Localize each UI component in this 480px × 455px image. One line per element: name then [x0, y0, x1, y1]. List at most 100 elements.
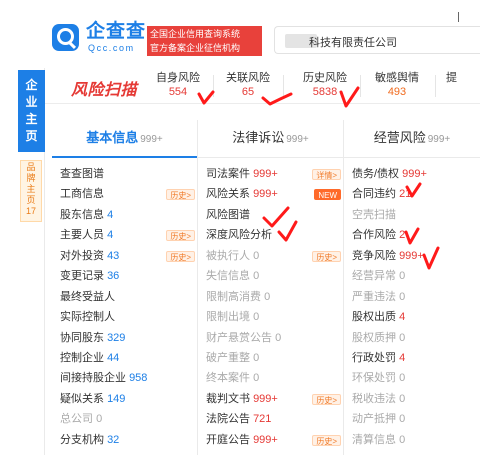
list-item[interactable]: 终本案件 0 — [198, 368, 343, 388]
list-item-label: 查查图谱 — [60, 168, 104, 180]
list-item-count: 0 — [399, 270, 406, 283]
list-item-label: 严重违法 — [352, 290, 396, 303]
qcc-logo-icon[interactable] — [52, 24, 79, 51]
list-item[interactable]: 破产重整 0 — [198, 348, 343, 368]
list-item[interactable]: 限制高消费 0 — [198, 287, 343, 307]
risk-scan-logo: 风险扫描 — [71, 82, 138, 99]
tab-label: 提 — [446, 72, 457, 84]
list-item[interactable]: 疑似关系 149 — [52, 389, 197, 409]
list-item-label: 间接持股企业 — [60, 372, 126, 385]
rail-sub-label: 品牌主页 — [26, 162, 36, 205]
list-item[interactable]: 协同股东 329 — [52, 328, 197, 348]
list-item-count: 0 — [275, 331, 282, 344]
list-item[interactable]: 实际控制人 — [52, 307, 197, 327]
list-item-count: 999+ — [253, 188, 278, 201]
list-item[interactable]: 司法案件 999+ 详情> — [198, 164, 343, 184]
list-item[interactable]: 股权质押 0 — [344, 328, 480, 348]
column-title: 经营风险 — [373, 130, 426, 145]
list-item-count: 999+ — [253, 392, 278, 405]
left-rail: 企业主页 品牌主页 17 — [18, 68, 45, 455]
list-item[interactable]: 行政处罚 4 — [344, 348, 480, 368]
column-item-list: 债务/债权 999+ 合同违约 21 空壳扫描 合作风险 2 竞争风险 999+ 经营异常… — [344, 158, 480, 450]
list-item[interactable]: 动产抵押 0 — [344, 409, 480, 429]
list-item[interactable]: 深度风险分析 — [198, 225, 343, 245]
column-business-risk: 经营风险 999+ 债务/债权 999+ 合同违约 21 空壳扫描 合作风险 2 竞争风险… — [343, 120, 480, 455]
list-item-label: 清算信息 — [352, 433, 396, 446]
tab-history-risk[interactable]: 历史风险 5838 — [290, 71, 360, 99]
list-item-label: 开庭公告 — [206, 433, 250, 446]
list-item[interactable]: 变更记录 36 — [52, 266, 197, 286]
list-item[interactable]: 清算信息 0 — [344, 430, 480, 450]
tab-related-risk[interactable]: 关联风险 65 — [213, 71, 283, 99]
list-item-label: 经营异常 — [352, 270, 396, 283]
list-item[interactable]: 总公司 0 — [52, 409, 197, 429]
list-item[interactable]: 严重违法 0 — [344, 287, 480, 307]
column-header[interactable]: 基本信息 999+ — [52, 120, 197, 158]
list-item[interactable]: 失信信息 0 — [198, 266, 343, 286]
history-link-badge[interactable]: 历史> — [312, 393, 341, 405]
list-item[interactable]: 工商信息 历史> — [52, 184, 197, 204]
list-item[interactable]: 股东信息 4 — [52, 205, 197, 225]
list-item-label: 司法案件 — [206, 168, 250, 180]
list-item[interactable]: 风险图谱 — [198, 205, 343, 225]
search-input[interactable]: 科技有限责任公司 — [274, 26, 480, 54]
list-item-label: 股权质押 — [352, 331, 396, 344]
column-header[interactable]: 经营风险 999+ — [344, 120, 480, 158]
list-item-label: 动产抵押 — [352, 413, 396, 426]
history-link-badge[interactable]: 历史> — [312, 250, 341, 262]
list-item-label: 主要人员 — [60, 229, 104, 242]
list-item[interactable]: 开庭公告 999+ 历史> — [198, 430, 343, 450]
list-item[interactable]: 竞争风险 999+ — [344, 246, 480, 266]
list-item[interactable]: 间接持股企业 958 — [52, 368, 197, 388]
list-item-count: 999+ — [402, 168, 427, 180]
history-link-badge[interactable]: 详情> — [312, 169, 341, 180]
list-item[interactable]: 被执行人 0 历史> — [198, 246, 343, 266]
list-item[interactable]: 合作风险 2 — [344, 225, 480, 245]
tab-sensitive-news[interactable]: 敏感舆情 493 — [362, 71, 432, 99]
list-item[interactable]: 合同违约 21 — [344, 184, 480, 204]
list-item[interactable]: 对外投资 43 历史> — [52, 246, 197, 266]
history-link-badge[interactable]: 历史> — [166, 189, 195, 201]
list-item-label: 合作风险 — [352, 229, 396, 242]
list-item-label: 合同违约 — [352, 188, 396, 201]
history-link-badge[interactable]: 历史> — [312, 434, 341, 446]
history-link-badge[interactable]: 历史> — [166, 250, 195, 262]
list-item[interactable]: 股权出质 4 — [344, 307, 480, 327]
history-link-badge[interactable]: 历史> — [166, 230, 195, 242]
list-item[interactable]: 税收违法 0 — [344, 389, 480, 409]
list-item[interactable]: 主要人员 4 历史> — [52, 225, 197, 245]
list-item-count: 2 — [399, 229, 406, 242]
site-header: 企查查 Qcc.com 全国企业信用查询系统 官方备案企业征信机构 科技有限责任… — [0, 0, 480, 68]
list-item[interactable]: 经营异常 0 — [344, 266, 480, 286]
list-item[interactable]: 财产悬赏公告 0 — [198, 328, 343, 348]
list-item[interactable]: 限制出境 0 — [198, 307, 343, 327]
new-badge[interactable]: NEW — [314, 189, 341, 201]
list-item[interactable]: 环保处罚 0 — [344, 368, 480, 388]
tab-self-risk[interactable]: 自身风险 554 — [143, 71, 213, 99]
list-item-count: 999+ — [253, 168, 278, 180]
tab-divider — [435, 75, 436, 97]
column-basic-info: 基本信息 999+ 查查图谱工商信息 历史> 股东信息 4 主要人员 4 历史> 对外投资 … — [52, 120, 197, 455]
list-item[interactable]: 空壳扫描 — [344, 205, 480, 225]
list-item-count: 999+ — [399, 249, 424, 262]
column-header[interactable]: 法律诉讼 999+ — [198, 120, 343, 158]
rail-sub-count: 17 — [25, 206, 36, 216]
list-item-label: 股权出质 — [352, 311, 396, 324]
list-item[interactable]: 债务/债权 999+ — [344, 164, 480, 184]
rail-tab-company-home[interactable]: 企业主页 — [18, 70, 45, 152]
list-item[interactable]: 法院公告 721 — [198, 409, 343, 429]
list-item[interactable]: 裁判文书 999+ 历史> — [198, 389, 343, 409]
list-item[interactable]: 控制企业 44 — [52, 348, 197, 368]
list-item-label: 协同股东 — [60, 331, 104, 344]
list-item[interactable]: 最终受益人 — [52, 287, 197, 307]
list-item-label: 风险关系 — [206, 188, 250, 201]
list-item[interactable]: 分支机构 32 — [52, 430, 197, 450]
list-item[interactable]: 风险关系 999+ NEW — [198, 184, 343, 204]
list-item-label: 变更记录 — [60, 270, 104, 283]
list-item[interactable]: 查查图谱 — [52, 164, 197, 184]
tab-more[interactable]: 提 — [440, 71, 480, 85]
list-item-label: 风险图谱 — [206, 208, 250, 221]
brand-name[interactable]: 企查查 — [86, 22, 146, 42]
rail-tab-brand-home[interactable]: 品牌主页 17 — [20, 160, 42, 222]
list-item-count: 721 — [253, 413, 272, 426]
